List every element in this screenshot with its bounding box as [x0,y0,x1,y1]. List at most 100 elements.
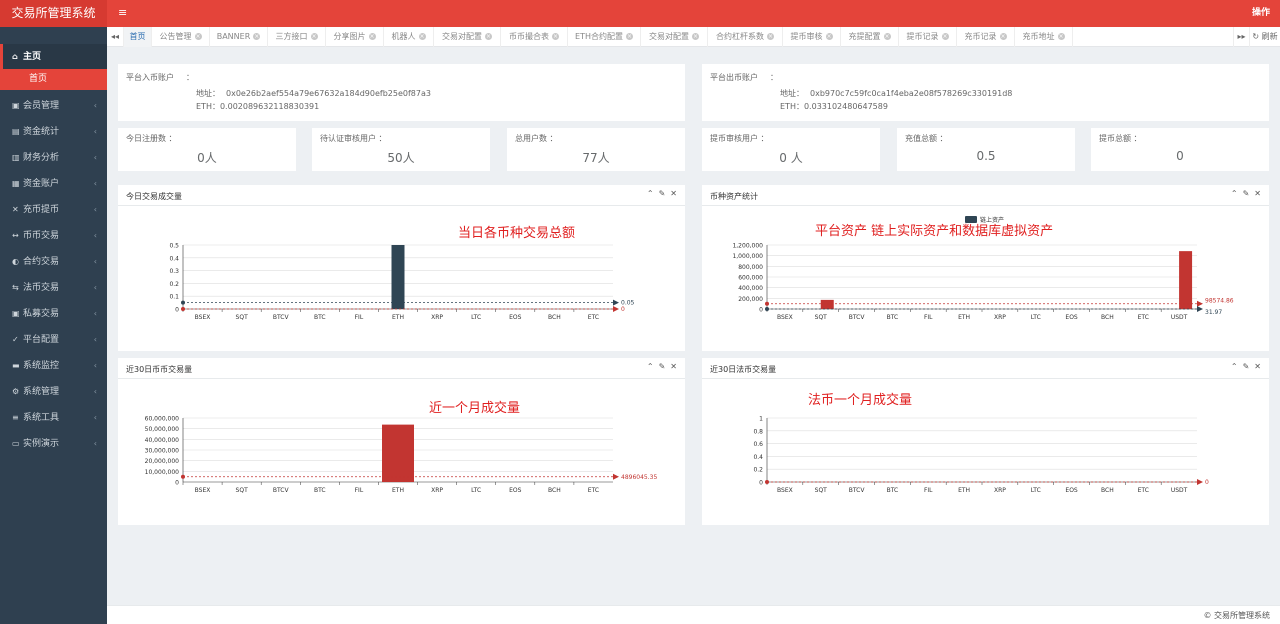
tab-close-icon[interactable]: × [552,33,559,40]
tab-6[interactable]: 交易对配置 × [434,27,501,47]
x-tick-label: EOS [1065,487,1078,494]
y-tick-label: 0.2 [169,281,179,288]
tab-7[interactable]: 币币撮合表 × [501,27,568,47]
sidebar-item-5[interactable]: ✕ 充币提币 ‹ [0,197,107,223]
sidebar-item-1[interactable]: ▣ 会员管理 ‹ [0,93,107,119]
tab-9[interactable]: 交易对配置 × [641,27,708,47]
tab-close-icon[interactable]: × [310,33,318,40]
collapse-icon[interactable]: ⌃ [1231,189,1238,198]
footer: © 交易所管理系统 [107,605,1280,624]
x-tick-label: BTC [887,314,899,321]
tab-close-icon[interactable]: × [253,33,261,40]
x-tick-label: FIL [355,487,364,494]
tab-close-icon[interactable]: × [368,33,376,40]
tab-close-icon[interactable]: × [999,33,1007,40]
close-icon[interactable]: ✕ [670,362,677,371]
x-tick-label: EOS [509,487,522,494]
tab-0[interactable]: 首页 [124,27,152,47]
sidebar-item-8[interactable]: ⇆ 法币交易 ‹ [0,275,107,301]
sidebar-item-12[interactable]: ⚙ 系统管理 ‹ [0,379,107,405]
sidebar-item-6[interactable]: ↔ 币币交易 ‹ [0,223,107,249]
tab-close-icon[interactable]: × [767,33,774,40]
sidebar-item-7[interactable]: ◐ 合约交易 ‹ [0,249,107,275]
tab-close-icon[interactable]: × [692,33,699,40]
wrench-icon[interactable]: ✎ [1243,189,1250,198]
refresh-button[interactable]: ↻ 刷新 [1250,27,1280,47]
fiat-icon: ⇆ [12,283,19,292]
y-tick-label: 0.8 [753,428,763,435]
tab-scroll-left-icon[interactable]: ◂◂ [107,27,124,47]
tab-close-icon[interactable]: × [825,33,833,40]
tab-scroll-right-icon[interactable]: ▸▸ [1233,27,1250,47]
y-tick-label: 30,000,000 [145,448,180,455]
in-account-label: 平台入币账户 [126,73,174,82]
wrench-icon[interactable]: ✎ [1243,362,1250,371]
mark-line-label: 0 [1205,479,1209,486]
tab-2[interactable]: BANNER × [210,27,268,47]
tab-15[interactable]: 充币地址 × [1015,27,1073,47]
tab-strip: ◂◂ 首页 公告管理 × BANNER × 三方接口 × 分享图片 × 机器人 × 交易对配置 × 币币撮… [107,27,1280,47]
tab-5[interactable]: 机器人 × [384,27,434,47]
stat-value: 50人 [387,151,415,165]
sidebar-item-13[interactable]: ≡ 系统工具 ‹ [0,405,107,431]
out-eth-label: ETH： [780,102,804,111]
top-ops-menu[interactable]: 操作 [1252,0,1270,27]
chevron-icon: ‹ [93,127,97,136]
tab-11[interactable]: 提币审核 × [783,27,841,47]
sidebar-item-4[interactable]: ▦ 资金账户 ‹ [0,171,107,197]
sidebar-item-0[interactable]: ⌂ 主页 [0,44,107,69]
tab-4[interactable]: 分享图片 × [326,27,384,47]
wrench-icon[interactable]: ✎ [659,189,666,198]
bar-USDT [1179,251,1193,309]
mark-line-start-dot [765,301,769,306]
tab-1[interactable]: 公告管理 × [152,27,210,47]
close-icon[interactable]: ✕ [1254,189,1261,198]
tab-10[interactable]: 合约杠杆系数 × [708,27,783,47]
sidebar-item-label: 资金统计 [23,127,60,137]
menu-toggle-icon[interactable]: ≡ [118,7,130,19]
tab-close-icon[interactable]: × [194,33,202,40]
out-account-eth-row: ETH：0.033102480647589 [780,101,888,112]
y-tick-label: 20,000,000 [145,458,180,465]
tab-close-icon[interactable]: × [883,33,891,40]
wrench-icon[interactable]: ✎ [659,362,666,371]
sidebar-item-2[interactable]: ▤ 资金统计 ‹ [0,119,107,145]
stat-value: 0.5 [976,149,996,163]
tab-12[interactable]: 充提配置 × [841,27,899,47]
close-icon[interactable]: ✕ [1254,362,1261,371]
sidebar-item-label: 币币交易 [23,231,60,241]
sidebar-item-10[interactable]: ✓ 平台配置 ‹ [0,327,107,353]
tab-label: 首页 [129,32,146,41]
x-tick-label: BCH [1101,487,1114,494]
tab-13[interactable]: 提币记录 × [899,27,957,47]
tab-close-icon[interactable]: × [941,33,949,40]
sidebar-item-9[interactable]: ▣ 私募交易 ‹ [0,301,107,327]
sidebar-item-label: 充币提币 [23,205,60,215]
x-tick-label: ETC [1138,314,1149,321]
tab-close-icon[interactable]: × [485,33,492,40]
chevron-icon: ‹ [93,283,97,292]
y-tick-label: 40,000,000 [145,437,180,444]
out-account-address-row: 地址： 0xb970c7c59fc0ca1f4eba2e08f578269c330… [780,88,1012,99]
tab-3[interactable]: 三方接口 × [268,27,326,47]
collapse-icon[interactable]: ⌃ [1231,362,1238,371]
y-tick-label: 0 [175,480,179,487]
close-icon[interactable]: ✕ [670,189,677,198]
sidebar-item-14[interactable]: ▭ 实例演示 ‹ [0,431,107,457]
sidebar-subitem-home[interactable]: 首页 [0,69,107,90]
y-tick-label: 0.5 [169,243,179,250]
collapse-icon[interactable]: ⌃ [647,189,654,198]
sidebar-item-3[interactable]: ▥ 财务分析 ‹ [0,145,107,171]
tab-close-icon[interactable]: × [625,33,633,40]
collapse-icon[interactable]: ⌃ [647,362,654,371]
tab-14[interactable]: 充币记录 × [957,27,1015,47]
platform-in-account-panel: 平台入币账户 ： 地址： 0x0e26b2aef554a79e67632a184d… [118,64,685,121]
chevron-icon: ‹ [93,257,97,266]
app-title[interactable]: 交易所管理系统 [0,0,107,27]
sidebar-item-11[interactable]: ▬ 系统监控 ‹ [0,353,107,379]
tab-8[interactable]: ETH合约配置 × [568,27,641,47]
tab-close-icon[interactable]: × [1057,33,1065,40]
legend-label: 链上资产 [980,216,1004,224]
tab-close-icon[interactable]: × [418,33,426,40]
stat-card-withdraw-total: 提币总额 ： 0 [1091,128,1269,171]
